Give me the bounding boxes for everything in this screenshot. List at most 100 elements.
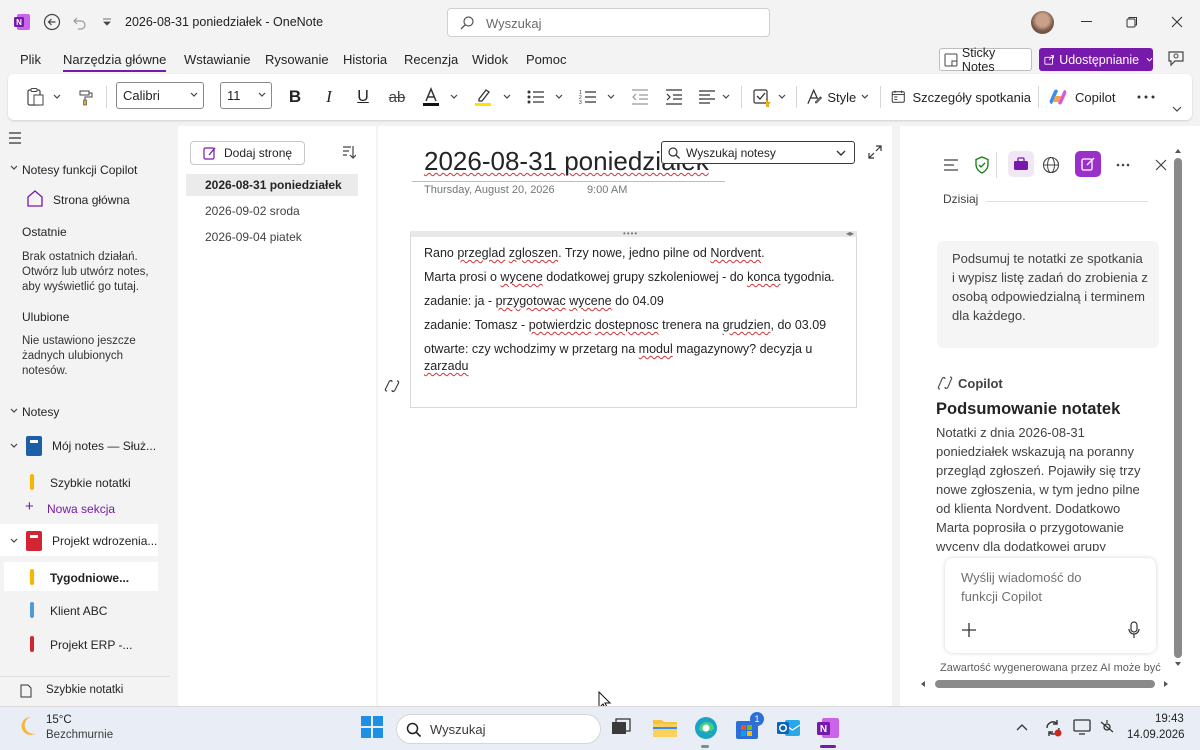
add-attachment-icon[interactable]	[961, 622, 977, 638]
ribbon-collapse-icon[interactable]	[1170, 96, 1184, 122]
note-container[interactable]: •••• ◂▸ Rano przeglad zgloszen. Trzy now…	[410, 230, 857, 408]
user-avatar[interactable]	[1031, 11, 1054, 34]
close-window-icon[interactable]	[1167, 12, 1187, 32]
vertical-scrollbar[interactable]	[1174, 148, 1182, 668]
tab-review[interactable]: Recenzja	[404, 52, 458, 67]
undo-icon[interactable]	[69, 11, 91, 33]
weather-description[interactable]: Bezchmurnie	[46, 729, 113, 741]
highlight-chevron-icon[interactable]	[501, 84, 513, 110]
tab-file[interactable]: Plik	[20, 52, 41, 67]
font-color-chevron-icon[interactable]	[448, 84, 460, 110]
weather-temperature[interactable]: 15°C	[46, 714, 72, 726]
feedback-icon[interactable]	[1166, 48, 1186, 68]
tab-view[interactable]: Widok	[472, 52, 508, 67]
section-item[interactable]: Klient ABC	[50, 604, 107, 618]
meeting-details-button[interactable]: Szczegóły spotkania	[891, 84, 1031, 110]
onenote-taskbar-icon[interactable]: N	[815, 715, 841, 741]
start-icon[interactable]	[360, 715, 386, 741]
share-button[interactable]: Udostępnianie	[1039, 48, 1153, 71]
work-briefcase-icon[interactable]	[1008, 151, 1034, 177]
minimize-icon[interactable]	[1077, 12, 1097, 32]
style-button[interactable]: Style	[805, 84, 869, 110]
copilot-inline-icon[interactable]	[384, 379, 400, 393]
menu-icon[interactable]	[940, 154, 962, 176]
format-painter-icon[interactable]	[74, 84, 98, 110]
tab-history[interactable]: Historia	[343, 52, 387, 67]
bullets-icon[interactable]	[525, 84, 547, 110]
paste-icon[interactable]	[22, 84, 48, 110]
tab-home[interactable]: Narzędzia główne	[63, 52, 167, 72]
tab-help[interactable]: Pomoc	[526, 52, 566, 67]
page-canvas[interactable]: 2026-08-31 poniedziałek Thursday, August…	[378, 126, 892, 706]
back-icon[interactable]	[41, 11, 63, 33]
close-icon[interactable]	[1150, 154, 1172, 176]
display-icon[interactable]	[1073, 719, 1091, 735]
notebook-item[interactable]: Projekt wdrozenia...	[52, 534, 157, 548]
composer-placeholder[interactable]: Wyślij wiadomość do funkcji Copilot	[961, 568, 1111, 606]
bullets-chevron-icon[interactable]	[553, 84, 565, 110]
quick-access-dropdown-icon[interactable]	[96, 11, 118, 33]
note-line[interactable]: zarzadu	[424, 358, 468, 375]
hamburger-icon[interactable]	[8, 132, 22, 144]
chevron-down-icon[interactable]	[10, 165, 18, 171]
add-page-button[interactable]: Dodaj stronę	[190, 141, 305, 165]
note-line[interactable]: zadanie: Tomasz - potwierdzic dostepnosc…	[424, 317, 826, 334]
underline-icon[interactable]: U	[352, 84, 374, 110]
numbering-icon[interactable]: 123	[577, 84, 599, 110]
title-search-box[interactable]: Wyszukaj	[447, 8, 770, 37]
clock-date[interactable]: 14.09.2026	[1127, 729, 1185, 741]
note-line[interactable]: Marta prosi o wycene dodatkowej grupy sz…	[424, 269, 835, 286]
decrease-indent-icon[interactable]	[629, 84, 651, 110]
new-section-link[interactable]: Nowa sekcja	[47, 502, 115, 516]
notebook-item[interactable]: Mój notes — Służ...	[52, 439, 156, 453]
chevron-down-icon[interactable]	[10, 538, 18, 544]
section-item[interactable]: Tygodniowe...	[50, 571, 129, 585]
chevron-down-icon[interactable]	[10, 443, 18, 449]
copilot-button[interactable]: Copilot	[1048, 84, 1118, 110]
home-link[interactable]: Strona główna	[53, 193, 130, 207]
task-view-icon[interactable]	[608, 715, 634, 741]
numbering-chevron-icon[interactable]	[605, 84, 617, 110]
align-icon[interactable]	[696, 84, 718, 110]
network-icon[interactable]	[1098, 719, 1116, 735]
increase-indent-icon[interactable]	[663, 84, 685, 110]
tag-chevron-icon[interactable]	[776, 84, 788, 110]
note-line[interactable]: Rano przeglad zgloszen. Trzy nowe, jedno…	[424, 245, 765, 262]
bold-icon[interactable]: B	[284, 84, 306, 110]
clock-time[interactable]: 19:43	[1155, 713, 1184, 725]
drag-handle-icon[interactable]: ••••	[623, 230, 638, 238]
more-options-icon[interactable]	[1135, 84, 1157, 110]
paste-chevron-icon[interactable]	[51, 84, 63, 110]
quick-notes-footer[interactable]: Szybkie notatki	[0, 676, 170, 704]
chevron-up-icon[interactable]	[1016, 723, 1028, 731]
horizontal-scrollbar[interactable]	[920, 680, 1174, 688]
file-explorer-icon[interactable]	[652, 715, 678, 741]
note-line[interactable]: zadanie: ja - przygotowac wycene do 04.0…	[424, 293, 664, 310]
expand-icon[interactable]	[868, 145, 882, 159]
font-size-combo[interactable]: 11	[220, 82, 272, 109]
more-options-icon[interactable]	[1112, 154, 1134, 176]
outlook-icon[interactable]	[775, 715, 801, 741]
page-item[interactable]: 2026-09-02 sroda	[205, 204, 300, 218]
globe-icon[interactable]	[1040, 154, 1062, 176]
tag-checkbox-icon[interactable]	[750, 84, 774, 110]
weather-moon-icon[interactable]	[16, 714, 40, 738]
note-line[interactable]: otwarte: czy wchodzimy w przetarg na mod…	[424, 341, 812, 358]
align-chevron-icon[interactable]	[720, 84, 732, 110]
edge-icon[interactable]	[693, 715, 719, 741]
sync-icon[interactable]	[1043, 718, 1063, 738]
font-name-combo[interactable]: Calibri	[116, 82, 204, 109]
copilot-notebooks-heading[interactable]: Notesy funkcji Copilot	[22, 163, 137, 177]
resize-handle-icon[interactable]: ◂▸	[846, 230, 854, 238]
copilot-composer[interactable]: Wyślij wiadomość do funkcji Copilot	[945, 558, 1156, 653]
tab-draw[interactable]: Rysowanie	[265, 52, 329, 67]
sort-icon[interactable]	[342, 144, 356, 160]
new-chat-icon[interactable]	[1075, 151, 1101, 177]
page-item[interactable]: 2026-08-31 poniedziałek	[205, 178, 342, 192]
tab-insert[interactable]: Wstawianie	[184, 52, 250, 67]
maximize-icon[interactable]	[1122, 12, 1142, 32]
strikethrough-icon[interactable]: ab	[386, 84, 408, 110]
add-icon[interactable]: +	[25, 499, 34, 514]
italic-icon[interactable]: I	[318, 84, 340, 110]
shield-icon[interactable]	[971, 154, 993, 176]
